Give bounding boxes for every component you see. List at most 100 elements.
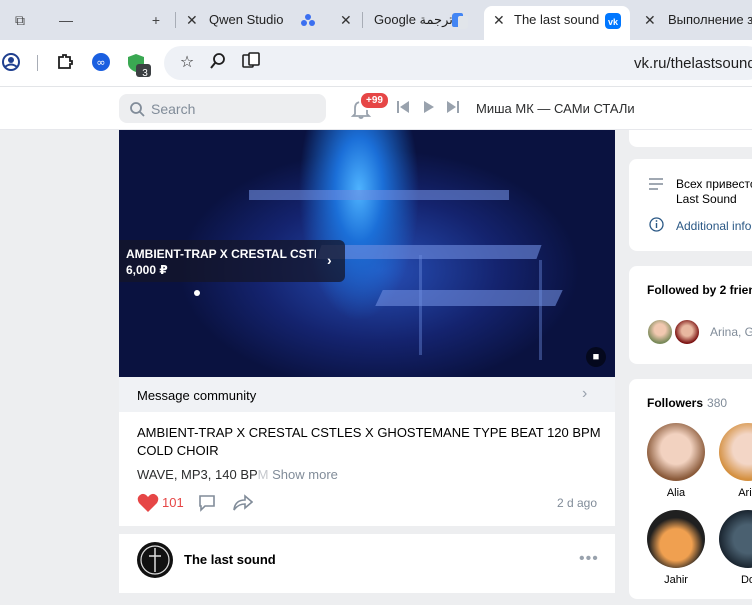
desk-leg-shape (419, 255, 422, 355)
tab-vypolnenie[interactable]: ✕ Выполнение за (632, 6, 752, 40)
notification-badge: +99 (359, 91, 390, 110)
desk-leg-shape (539, 260, 542, 360)
follower-name[interactable]: Do (719, 574, 752, 586)
followers-heading[interactable]: Followers 380 (647, 396, 727, 410)
extension-badge: 3 (142, 68, 148, 79)
extensions-puzzle-icon[interactable] (54, 52, 76, 74)
follower-name[interactable]: Jahir (647, 574, 705, 586)
follower-name[interactable]: Arin (719, 487, 752, 499)
chevron-right-icon: › (582, 385, 588, 402)
author-avatar[interactable] (137, 542, 173, 578)
google-translate-favicon-icon (452, 13, 468, 29)
infinity-extension-icon[interactable]: ∞ (90, 52, 112, 74)
message-community-label: Message community (137, 388, 257, 403)
browser-toolbar: ∞ 3 ☆ vk.ru/thelastsound2 (0, 40, 752, 87)
follower-avatar[interactable] (719, 510, 752, 568)
address-bar[interactable]: ☆ vk.ru/thelastsound2 (164, 46, 752, 80)
toolbar-separator (37, 55, 38, 71)
tab-the-last-sound[interactable]: ✕ The last sound vk (484, 6, 630, 40)
tab-close-icon[interactable]: ✕ (493, 6, 505, 34)
post-divider (119, 526, 615, 534)
post-actions: 101 2 d ago (137, 492, 607, 514)
community-info-card: Всех привестствLast Sound Additional inf… (629, 159, 752, 251)
vk-header: Search +99 Миша МК — САМи СТАЛи (0, 87, 752, 130)
minimize-icon[interactable]: — (56, 10, 76, 30)
svg-text:vk: vk (608, 17, 619, 27)
flower-favicon-icon (301, 14, 315, 26)
desk-shape (249, 190, 509, 200)
svg-text:∞: ∞ (96, 56, 105, 69)
shield-extension-icon[interactable]: 3 (127, 52, 151, 79)
followers-count: 380 (707, 396, 728, 410)
sidebar-card-top (629, 130, 752, 147)
tab-qwen-studio[interactable]: ✕ Qwen Studio (178, 6, 298, 40)
vk-favicon-icon: vk (605, 13, 621, 29)
info-icon (649, 217, 664, 235)
friends-names[interactable]: Arina, Ga (710, 325, 752, 339)
tab-title: Выполнение за (668, 12, 752, 27)
follower-avatar[interactable] (647, 423, 705, 481)
friends-heading[interactable]: Followed by 2 friend (647, 283, 752, 297)
tab-close-icon[interactable]: ✕ (644, 6, 656, 34)
post-description: WAVE, MP3, 140 BPM Show more (137, 467, 338, 482)
share-icon[interactable] (233, 494, 253, 512)
friends-card: Followed by 2 friend Arina, Ga (629, 266, 752, 364)
additional-info-link[interactable]: Additional info (676, 219, 751, 233)
new-tab-icon[interactable]: + (146, 10, 166, 30)
tab-google-translate[interactable]: Google ترجمة (365, 6, 480, 40)
tab-title: Google ترجمة (374, 12, 453, 27)
chevron-right-icon: › (327, 252, 332, 268)
heart-like-icon[interactable] (137, 493, 159, 513)
description-text: WAVE, MP3, 140 BP (137, 467, 258, 482)
browser-tab-bar: ⧉ — + ✕ Qwen Studio ✕ Google ترجمة ✕ The… (0, 0, 752, 40)
author-name[interactable]: The last sound (184, 552, 276, 567)
next-track-icon[interactable] (447, 100, 459, 114)
url-text: vk.ru/thelastsound2 (634, 55, 752, 72)
product-price-card[interactable]: AMBIENT-TRAP X CRESTAL CSTLES 6,000 ₽ › (119, 240, 345, 282)
tab-blue-favicon[interactable]: ✕ (298, 6, 362, 40)
more-options-icon[interactable]: ••• (579, 550, 599, 568)
previous-track-icon[interactable] (397, 100, 409, 114)
friend-avatar[interactable] (646, 318, 674, 346)
wall-post: AMBIENT-TRAP X CRESTAL CSTLES 6,000 ₽ › … (119, 130, 615, 593)
follower-name[interactable]: Alia (647, 487, 705, 499)
show-more-link[interactable]: Show more (272, 467, 338, 482)
product-name: AMBIENT-TRAP X CRESTAL CSTLES (126, 247, 316, 261)
follower-avatar[interactable] (719, 423, 752, 481)
tab-search-icon[interactable]: ⧉ (10, 10, 30, 30)
profile-icon[interactable] (0, 52, 22, 74)
translate-page-icon[interactable] (240, 52, 262, 74)
community-description: Всех привестствLast Sound (676, 177, 752, 207)
tab-title: The last sound (514, 12, 600, 27)
post-date[interactable]: 2 d ago (557, 496, 597, 510)
desk-shape (375, 290, 563, 306)
description-line: Всех привестств (676, 177, 752, 191)
followers-card: Followers380 Alia Arin Jahir Do (629, 379, 752, 599)
friend-avatar[interactable] (673, 318, 701, 346)
tab-close-icon[interactable]: ✕ (340, 6, 352, 34)
tab-close-icon[interactable]: ✕ (186, 6, 198, 34)
follower-avatar[interactable] (647, 510, 705, 568)
description-lines-icon (649, 177, 663, 193)
desk-shape (316, 245, 542, 259)
search-icon (130, 102, 145, 117)
now-playing-track[interactable]: Миша МК — САМи СТАЛи (476, 101, 635, 116)
followers-title: Followers (647, 396, 704, 410)
likes-count[interactable]: 101 (162, 495, 184, 510)
shopping-bag-icon[interactable]: ■ (586, 347, 606, 367)
tab-title: Qwen Studio (209, 12, 284, 27)
description-line: Last Sound (676, 192, 737, 206)
carousel-dot (194, 290, 200, 296)
bookmark-star-icon[interactable]: ☆ (176, 52, 198, 74)
tab-separator (362, 12, 363, 28)
search-placeholder: Search (151, 101, 196, 117)
play-icon[interactable] (423, 100, 435, 114)
product-price: 6,000 ₽ (126, 263, 168, 277)
message-community-button[interactable]: Message community › (119, 377, 615, 412)
search-input[interactable]: Search (119, 94, 326, 123)
description-faded-text: M (257, 467, 269, 482)
dagger-logo-icon (140, 545, 170, 575)
comment-icon[interactable] (198, 494, 216, 512)
post-product-image[interactable]: AMBIENT-TRAP X CRESTAL CSTLES 6,000 ₽ › … (119, 130, 615, 377)
zoom-icon[interactable] (207, 52, 229, 74)
